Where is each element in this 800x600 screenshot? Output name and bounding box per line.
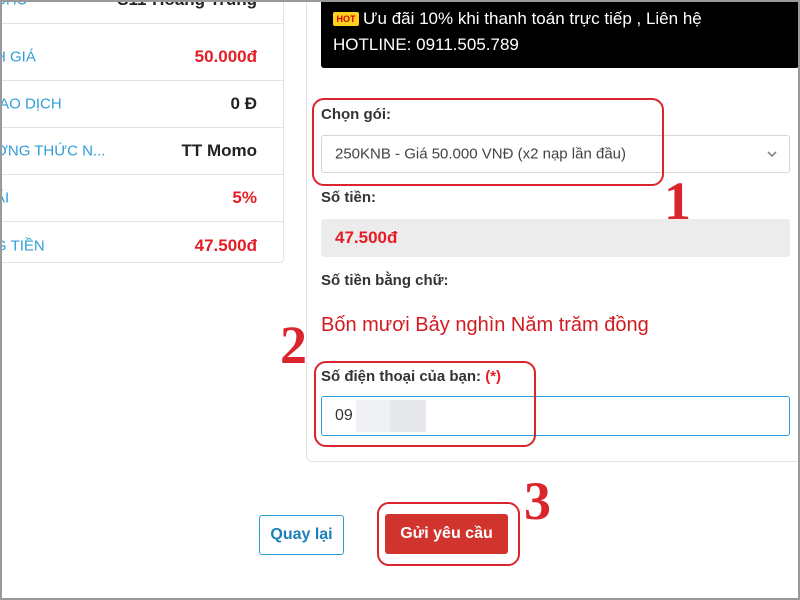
required-marker: (*) — [485, 368, 502, 385]
summary-value: 47.500đ — [194, 235, 257, 255]
order-summary-table: CHỦ S11-Hoàng Trung H GIÁ 50.000đ IAO DỊ… — [0, 0, 284, 263]
phone-input-value: 09 — [335, 407, 353, 424]
summary-value: 50.000đ — [194, 47, 257, 66]
summary-row-method: ƠNG THỨC N... TT Momo — [0, 128, 283, 175]
annotation-number-3: 3 — [524, 471, 551, 531]
summary-value: S11-Hoàng Trung — [117, 0, 257, 10]
summary-label: CHỦ — [0, 0, 28, 9]
summary-label: ÃI — [0, 189, 10, 207]
chevron-down-icon — [767, 151, 777, 158]
phone-label-text: Số điện thoại của bạn: — [321, 368, 482, 385]
summary-row-transaction: IAO DỊCH 0 Đ — [0, 81, 283, 128]
summary-row-total: G TIỀN 47.500đ — [0, 222, 283, 262]
phone-input[interactable]: 09 — [321, 396, 790, 436]
summary-value: 5% — [232, 188, 257, 207]
hot-icon: HOT — [333, 12, 359, 26]
package-label: Chọn gói: — [321, 106, 391, 123]
summary-value: TT Momo — [181, 141, 257, 160]
summary-row-discount: ÃI 5% — [0, 175, 283, 222]
promo-text: Ưu đãi 10% khi thanh toán trực tiếp , Li… — [363, 9, 702, 28]
phone-label: Số điện thoại của bạn: (*) — [321, 368, 501, 385]
promo-banner: HOT Ưu đãi 10% khi thanh toán trực tiếp ,… — [321, 0, 799, 68]
summary-label: H GIÁ — [0, 48, 36, 66]
summary-label: ƠNG THỨC N... — [0, 142, 106, 160]
promo-hotline: HOTLINE: 0911.505.789 — [333, 35, 519, 54]
send-request-button[interactable]: Gửi yêu cầu — [385, 514, 508, 554]
amount-label: Số tiền: — [321, 189, 376, 206]
summary-value: 0 Đ — [230, 94, 257, 113]
package-selected-value: 250KNB - Giá 50.000 VNĐ (x2 nạp lần đầu) — [335, 145, 626, 163]
summary-label: IAO DỊCH — [0, 95, 62, 113]
summary-row-owner: CHỦ S11-Hoàng Trung — [0, 0, 283, 24]
package-select[interactable]: 250KNB - Giá 50.000 VNĐ (x2 nạp lần đầu) — [321, 135, 790, 173]
annotation-number-1: 1 — [664, 171, 691, 231]
summary-row-price: H GIÁ 50.000đ — [0, 34, 283, 81]
amount-field: 47.500đ — [321, 219, 790, 257]
redaction-blur — [390, 400, 426, 432]
amount-value: 47.500đ — [335, 228, 398, 247]
amount-words-label: Số tiền bằng chữ: — [321, 272, 449, 289]
summary-label: G TIỀN — [0, 237, 45, 254]
annotation-number-2: 2 — [280, 315, 307, 375]
redaction-blur — [356, 400, 392, 432]
promo-line-1: HOT Ưu đãi 10% khi thanh toán trực tiếp ,… — [333, 6, 787, 32]
back-button[interactable]: Quay lại — [259, 515, 344, 555]
amount-in-words: Bốn mươi Bảy nghìn Năm trăm đồng — [321, 314, 649, 336]
